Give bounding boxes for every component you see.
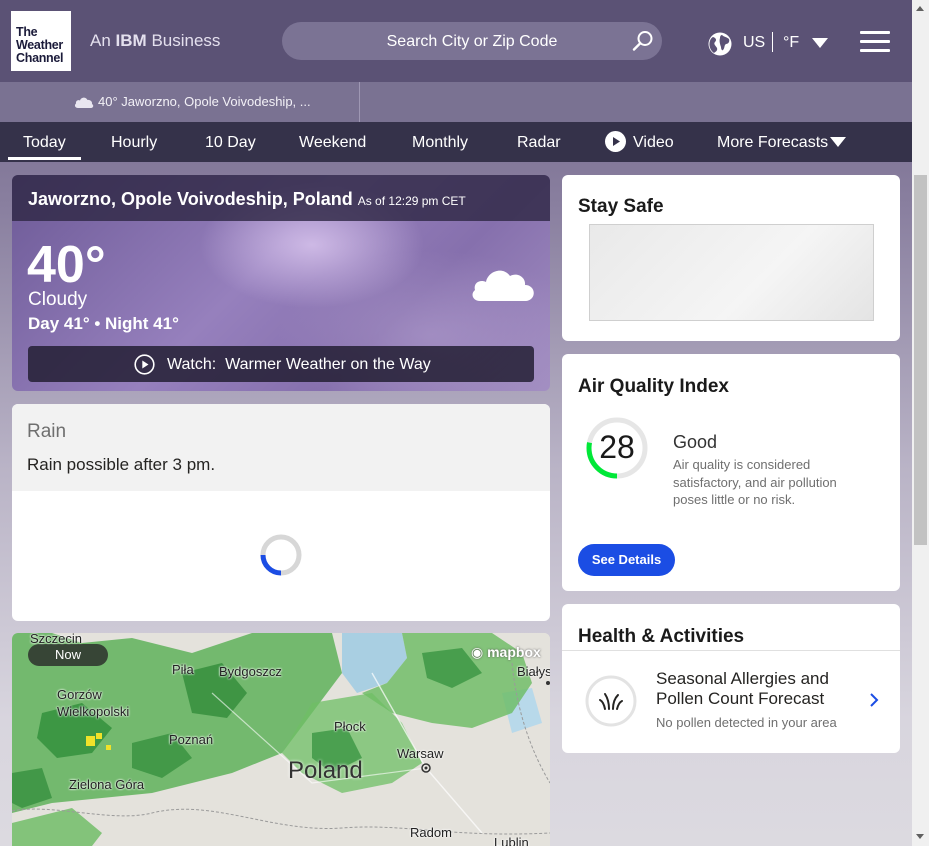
ibm-prefix: An	[90, 31, 111, 50]
hamburger-menu-icon[interactable]	[860, 31, 890, 53]
watch-text: Watch: Warmer Weather on the Way	[167, 356, 431, 374]
aqi-category: Good	[673, 432, 718, 452]
current-temperature: 40°	[27, 236, 106, 294]
tab-weekend[interactable]: Weekend	[299, 134, 366, 152]
radar-time-badge: Now	[28, 644, 108, 666]
air-quality-card: Air Quality Index 28 Good Air quality is…	[562, 354, 900, 591]
weather-channel-logo[interactable]: The Weather Channel	[11, 11, 71, 71]
rain-title: Rain	[27, 421, 67, 442]
aqi-value: 28	[599, 429, 635, 465]
mapbox-attribution[interactable]: ◉ mapbox	[471, 644, 541, 661]
map-city-label: Białystok	[517, 664, 550, 679]
tab-radar[interactable]: Radar	[517, 134, 561, 152]
unit-selector[interactable]: °F	[783, 34, 799, 52]
active-tab-indicator	[8, 157, 81, 160]
locale-selector[interactable]: US	[743, 34, 765, 52]
see-details-button[interactable]: See Details	[578, 544, 675, 576]
map-city-label: Gorzów Wielkopolski	[57, 687, 130, 719]
ibm-brand: IBM	[115, 31, 147, 50]
scrollbar-thumb[interactable]	[914, 175, 927, 545]
as-of-time: As of 12:29 pm CET	[357, 194, 466, 208]
ibm-suffix: Business	[151, 31, 221, 50]
weather-phrase: Cloudy	[28, 289, 88, 310]
watch-label: Watch:	[167, 356, 217, 373]
map-city-label: Warsaw	[397, 746, 444, 761]
scroll-up-arrow[interactable]	[916, 6, 924, 11]
radar-map[interactable]: Now ◉ mapbox Szczecin Bydgoszcz Białysto…	[12, 633, 550, 846]
map-city-label: Szczecin	[30, 633, 83, 646]
search-input[interactable]: Search City or Zip Code	[282, 22, 662, 60]
cloud-icon	[472, 270, 534, 301]
current-conditions-header: Jaworzno, Opole Voivodeship, Poland As o…	[12, 175, 550, 221]
search-icon[interactable]	[632, 30, 654, 52]
health-title: Health & Activities	[578, 626, 745, 647]
map-city-label: Poznań	[169, 732, 214, 747]
top-header: The Weather Channel An IBM Business Sear…	[0, 0, 912, 82]
recent-locations-bar: 40° Jaworzno, Opole Voivodeship, ...	[0, 82, 912, 122]
location-title: Jaworzno, Opole Voivodeship, Poland As o…	[28, 189, 466, 210]
recent-location-item[interactable]: 40° Jaworzno, Opole Voivodeship, ...	[0, 82, 360, 122]
tab-video[interactable]: Video	[633, 134, 674, 152]
tab-10-day[interactable]: 10 Day	[205, 134, 256, 152]
map-city-label: Płock	[334, 719, 366, 734]
tab-today[interactable]: Today	[23, 134, 66, 152]
map-city-label: Zielona Góra	[69, 777, 145, 792]
aqi-description: Air quality is considered satisfactory, …	[673, 457, 837, 507]
tab-more-forecasts[interactable]: More Forecasts	[717, 134, 828, 152]
aqi-title: Air Quality Index	[578, 376, 729, 397]
pollen-forecast-link[interactable]: Seasonal Allergies and Pollen Count Fore…	[656, 669, 866, 709]
map-city-label: Radom	[410, 825, 452, 840]
map-city-label: Lublin	[494, 835, 529, 846]
divider	[562, 650, 900, 651]
tab-hourly[interactable]: Hourly	[111, 134, 157, 152]
play-icon[interactable]	[605, 131, 626, 152]
play-icon	[134, 354, 155, 375]
recent-location-label: 40° Jaworzno, Opole Voivodeship, ...	[98, 94, 311, 109]
stay-safe-ad[interactable]	[589, 224, 874, 321]
chevron-right-icon[interactable]	[868, 691, 880, 709]
logo-line-3: Channel	[16, 51, 64, 65]
stay-safe-card: Stay Safe	[562, 175, 900, 341]
loading-spinner-icon	[260, 534, 302, 576]
chevron-down-icon[interactable]	[830, 137, 846, 147]
day-night-temps: Day 41° • Night 41°	[28, 314, 179, 333]
search-placeholder: Search City or Zip Code	[386, 33, 558, 50]
globe-icon[interactable]	[708, 32, 732, 56]
current-conditions-card: Jaworzno, Opole Voivodeship, Poland As o…	[12, 175, 550, 391]
pollen-grass-icon	[585, 675, 637, 727]
location-name: Jaworzno, Opole Voivodeship, Poland	[28, 189, 353, 209]
cloud-icon	[74, 97, 94, 108]
ibm-business-tagline: An IBM Business	[90, 31, 220, 51]
watch-video-button[interactable]: Watch: Warmer Weather on the Way	[28, 346, 534, 382]
pollen-status: No pollen detected in your area	[656, 715, 837, 730]
chevron-down-icon[interactable]	[812, 38, 828, 48]
map-city-label: Bydgoszcz	[219, 664, 282, 679]
scroll-down-arrow[interactable]	[916, 834, 924, 839]
watch-title: Warmer Weather on the Way	[225, 356, 431, 373]
rain-card-header: Rain Rain possible after 3 pm.	[12, 404, 550, 491]
mapbox-label: mapbox	[487, 644, 541, 660]
rain-description: Rain possible after 3 pm.	[27, 455, 216, 474]
health-activities-card: Health & Activities Seasonal Allergies a…	[562, 604, 900, 753]
rain-card: Rain Rain possible after 3 pm.	[12, 404, 550, 621]
tab-monthly[interactable]: Monthly	[412, 134, 468, 152]
stay-safe-title: Stay Safe	[578, 196, 664, 217]
locale-divider	[772, 32, 773, 52]
map-city-label: Piła	[172, 662, 194, 677]
map-country-label: Poland	[288, 757, 363, 784]
forecast-nav: Today Hourly 10 Day Weekend Monthly Rada…	[0, 122, 912, 162]
